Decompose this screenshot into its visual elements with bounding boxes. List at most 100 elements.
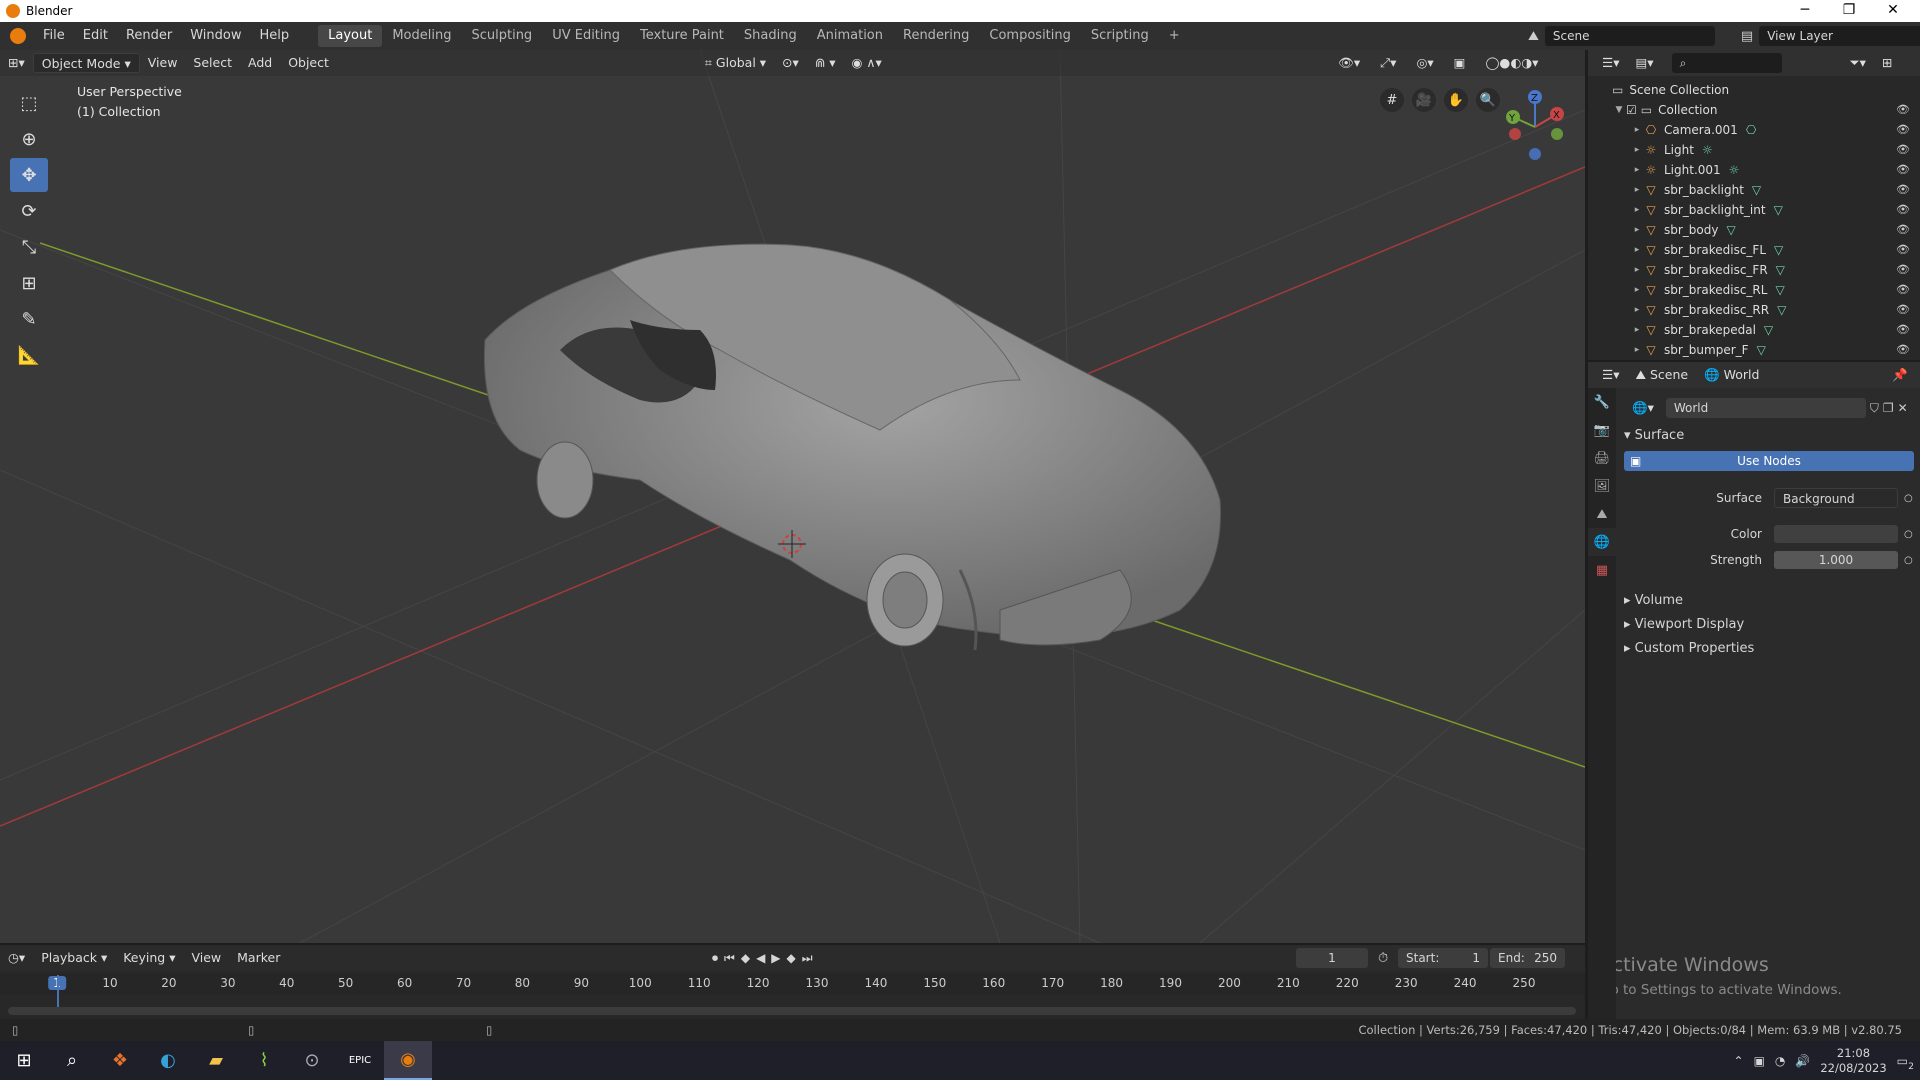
- surface-panel-header[interactable]: ▾ Surface: [1624, 428, 1914, 443]
- texture-tab-icon[interactable]: ▦: [1588, 556, 1616, 584]
- cursor-tool-icon[interactable]: ⊕: [10, 122, 48, 156]
- outliner-item[interactable]: ▸ ▽ sbr_brakedisc_RL ▽ 👁: [1588, 280, 1920, 300]
- record-button-icon[interactable]: ⏺: [712, 951, 718, 966]
- proportional-edit-icon[interactable]: ◉ ∧▾: [844, 53, 890, 73]
- measure-tool-icon[interactable]: 📐: [10, 338, 48, 372]
- scene-icon[interactable]: ⛰: [1528, 29, 1539, 44]
- tray-chevron-icon[interactable]: ⌃: [1734, 1054, 1744, 1068]
- windows-start-icon[interactable]: ⊞: [0, 1041, 48, 1080]
- epic-games-icon[interactable]: EPIC: [336, 1041, 384, 1080]
- mesh-data-icon[interactable]: ▽: [1774, 200, 1783, 220]
- close-button[interactable]: ✕: [1870, 0, 1916, 22]
- jump-start-icon[interactable]: ⏮: [724, 951, 735, 966]
- scene-selector[interactable]: Scene: [1544, 26, 1715, 46]
- outliner-editor-icon[interactable]: ☰▾: [1594, 53, 1627, 73]
- eye-icon[interactable]: 👁: [1896, 340, 1910, 360]
- outliner-item[interactable]: ▸ ▽ sbr_backlight_int ▽ 👁: [1588, 200, 1920, 220]
- menu-edit[interactable]: Edit: [74, 22, 117, 50]
- expand-arrow-icon[interactable]: ▸: [1630, 200, 1644, 220]
- new-collection-icon[interactable]: ⊞: [1874, 53, 1900, 73]
- view-layer-tab-icon[interactable]: 🖼: [1588, 472, 1616, 500]
- outliner-item[interactable]: ▸ ▽ sbr_brakedisc_RR ▽ 👁: [1588, 300, 1920, 320]
- search-icon[interactable]: ⌕: [48, 1041, 96, 1080]
- world-browse-icon[interactable]: 🌐▾: [1624, 398, 1662, 418]
- mesh-data-icon[interactable]: ▽: [1775, 280, 1784, 300]
- light-data-icon[interactable]: ☼: [1702, 140, 1713, 160]
- outliner-scene-collection[interactable]: ▭ Scene Collection: [1588, 80, 1920, 100]
- pan-hand-icon[interactable]: ✋: [1444, 88, 1468, 112]
- volume-icon[interactable]: 🔊: [1795, 1054, 1810, 1068]
- render-tab-icon[interactable]: 📷: [1588, 416, 1616, 444]
- xray-icon[interactable]: ▣: [1446, 53, 1474, 73]
- play-icon[interactable]: ▶: [771, 951, 780, 966]
- mesh-data-icon[interactable]: ▽: [1752, 180, 1761, 200]
- mesh-data-icon[interactable]: ▽: [1757, 340, 1766, 360]
- notification-icon[interactable]: ▭ 2: [1897, 1054, 1914, 1072]
- outliner-display-mode-icon[interactable]: ▤▾: [1627, 53, 1661, 73]
- car-model[interactable]: [483, 243, 1221, 651]
- 3d-viewport[interactable]: User Perspective (1) Collection Z X Y: [0, 50, 1585, 943]
- overlay-toggle-icon[interactable]: ◎▾: [1408, 53, 1441, 73]
- visibility-icon[interactable]: 👁▾: [1330, 53, 1368, 73]
- outliner-search-input[interactable]: ⌕: [1671, 53, 1782, 73]
- eye-icon[interactable]: 👁: [1896, 160, 1910, 180]
- viewport-menu-object[interactable]: Object: [280, 53, 337, 73]
- strength-socket-icon[interactable]: ○: [1904, 555, 1913, 566]
- viewport-menu-select[interactable]: Select: [185, 53, 240, 73]
- eye-icon[interactable]: 👁: [1896, 300, 1910, 320]
- mesh-data-icon[interactable]: ▽: [1764, 320, 1773, 340]
- scale-tool-icon[interactable]: ⤡: [10, 230, 48, 264]
- volume-panel[interactable]: ▸ Volume: [1624, 589, 1914, 613]
- grid-view-icon[interactable]: #: [1380, 88, 1404, 112]
- expand-arrow-icon[interactable]: ▸: [1630, 160, 1644, 180]
- outliner-item[interactable]: ▸ ▽ sbr_brakepedal ▽ 👁: [1588, 320, 1920, 340]
- tool-tab-icon[interactable]: 🔧: [1588, 388, 1616, 416]
- eye-icon[interactable]: 👁: [1896, 260, 1910, 280]
- add-workspace-button[interactable]: +: [1159, 25, 1190, 47]
- tab-uv-editing[interactable]: UV Editing: [542, 25, 630, 47]
- tab-animation[interactable]: Animation: [807, 25, 893, 47]
- start-frame-field[interactable]: Start: 1: [1398, 948, 1488, 968]
- outliner-item[interactable]: ▸ ▽ sbr_brakedisc_FR ▽ 👁: [1588, 260, 1920, 280]
- menu-file[interactable]: File: [34, 22, 74, 50]
- viewport-menu-view[interactable]: View: [140, 53, 186, 73]
- camera-data-icon[interactable]: ⎔: [1746, 120, 1756, 140]
- app-icon-graph[interactable]: ⌇: [240, 1041, 288, 1080]
- edge-browser-icon[interactable]: ◐: [144, 1041, 192, 1080]
- navigation-gizmo[interactable]: Z X Y: [1495, 82, 1575, 172]
- color-swatch[interactable]: [1774, 525, 1898, 543]
- outliner-item[interactable]: ▸ ▽ sbr_backlight ▽ 👁: [1588, 180, 1920, 200]
- surface-shader-dropdown[interactable]: Background: [1774, 488, 1898, 508]
- tab-rendering[interactable]: Rendering: [893, 25, 979, 47]
- marker-menu[interactable]: Marker: [229, 948, 288, 968]
- play-reverse-icon[interactable]: ◀: [756, 951, 765, 966]
- eye-icon[interactable]: 👁: [1896, 220, 1910, 240]
- outliner-item[interactable]: ▸ ☼ Light ☼ 👁: [1588, 140, 1920, 160]
- timeline-scrollbar[interactable]: [8, 1007, 1576, 1015]
- use-nodes-button[interactable]: ▣ Use Nodes: [1624, 451, 1914, 471]
- current-frame-field[interactable]: 1: [1296, 948, 1368, 968]
- file-explorer-icon[interactable]: ▰: [192, 1041, 240, 1080]
- pin-icon[interactable]: 📌: [1884, 365, 1916, 385]
- eye-icon[interactable]: 👁: [1896, 120, 1910, 140]
- outliner-item[interactable]: ▸ ▽ sbr_body ▽ 👁: [1588, 220, 1920, 240]
- eye-icon[interactable]: 👁: [1896, 320, 1910, 340]
- viewport-menu-add[interactable]: Add: [240, 53, 280, 73]
- tray-app-icon[interactable]: ▣: [1754, 1054, 1765, 1068]
- expand-arrow-icon[interactable]: ▸: [1630, 180, 1644, 200]
- tab-compositing[interactable]: Compositing: [979, 25, 1081, 47]
- mesh-data-icon[interactable]: ▽: [1726, 220, 1735, 240]
- world-tab[interactable]: 🌐 World: [1696, 365, 1767, 385]
- viewport-display-panel[interactable]: ▸ Viewport Display: [1624, 613, 1914, 637]
- expand-arrow-icon[interactable]: ▸: [1630, 140, 1644, 160]
- eye-icon[interactable]: 👁: [1896, 200, 1910, 220]
- scene-tab[interactable]: ⛰ Scene: [1627, 365, 1696, 385]
- surface-socket-icon[interactable]: ○: [1904, 493, 1913, 504]
- expand-arrow-icon[interactable]: ▸: [1630, 280, 1644, 300]
- expand-arrow-icon[interactable]: ▸: [1630, 340, 1644, 360]
- prev-keyframe-icon[interactable]: ◆: [741, 951, 750, 966]
- strength-field[interactable]: 1.000: [1774, 551, 1898, 569]
- properties-editor-icon[interactable]: ☰▾: [1594, 365, 1627, 385]
- mesh-data-icon[interactable]: ▽: [1776, 260, 1785, 280]
- eye-icon[interactable]: 👁: [1896, 180, 1910, 200]
